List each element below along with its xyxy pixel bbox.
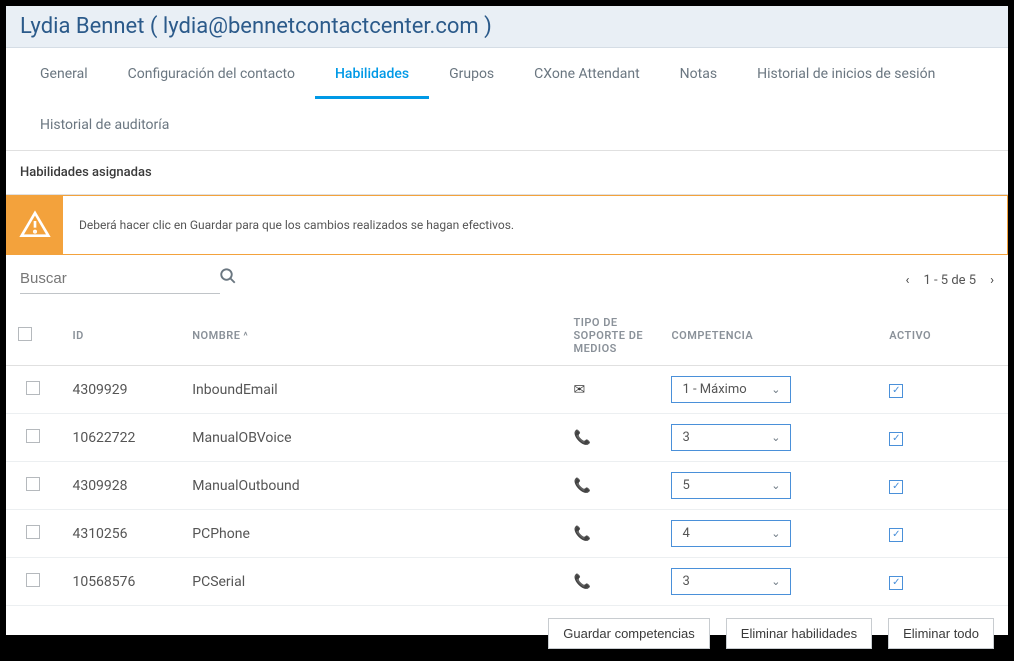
active-checkbox[interactable] [889, 480, 903, 494]
col-header-media[interactable]: Tipo de soporte de medios [561, 306, 659, 366]
cell-proficiency: 5 ⌄ [659, 462, 877, 510]
tab-notes[interactable]: Notas [660, 48, 737, 99]
tab-groups[interactable]: Grupos [429, 48, 514, 99]
cell-id: 4309928 [60, 462, 180, 510]
proficiency-value: 1 - Máximo [682, 382, 746, 397]
cell-name: InboundEmail [180, 366, 561, 414]
page-header: Lydia Bennet ( lydia@bennetcontactcenter… [6, 6, 1008, 48]
warning-icon [7, 196, 63, 254]
chevron-down-icon: ⌄ [771, 479, 780, 492]
cell-proficiency: 4 ⌄ [659, 510, 877, 558]
section-title: Habilidades asignadas [6, 151, 1008, 195]
col-header-proficiency[interactable]: Competencia [659, 306, 877, 366]
tab-contact-config[interactable]: Configuración del contacto [108, 48, 315, 99]
tab-audit-history[interactable]: Historial de auditoría [20, 99, 189, 150]
proficiency-dropdown[interactable]: 4 ⌄ [671, 520, 791, 547]
active-checkbox[interactable] [889, 528, 903, 542]
cell-name: PCSerial [180, 558, 561, 606]
remove-all-button[interactable]: Eliminar todo [888, 618, 994, 649]
cell-media: 📞 [561, 414, 659, 462]
phone-icon: 📞 [573, 430, 590, 446]
table-row: 4309928 ManualOutbound 📞 5 ⌄ [6, 462, 1008, 510]
search-input[interactable] [20, 270, 219, 287]
chevron-down-icon: ⌄ [771, 431, 780, 444]
footer-buttons: Guardar competencias Eliminar habilidade… [6, 606, 1008, 661]
email-icon: ✉ [573, 382, 585, 398]
select-all-checkbox[interactable] [18, 327, 32, 341]
chevron-down-icon: ⌄ [771, 527, 780, 540]
cell-media: ✉ [561, 366, 659, 414]
page-next[interactable]: › [990, 273, 994, 288]
cell-proficiency: 3 ⌄ [659, 558, 877, 606]
search-box [20, 267, 220, 294]
proficiency-dropdown[interactable]: 5 ⌄ [671, 472, 791, 499]
cell-name: ManualOutbound [180, 462, 561, 510]
proficiency-value: 4 [682, 526, 689, 541]
tab-login-history[interactable]: Historial de inicios de sesión [737, 48, 955, 99]
cell-proficiency: 1 - Máximo ⌄ [659, 366, 877, 414]
col-header-checkbox [6, 306, 60, 366]
cell-name: ManualOBVoice [180, 414, 561, 462]
table-row: 4310256 PCPhone 📞 4 ⌄ [6, 510, 1008, 558]
row-checkbox[interactable] [26, 525, 40, 539]
tab-skills[interactable]: Habilidades [315, 48, 429, 99]
col-header-name[interactable]: Nombre [180, 306, 561, 366]
phone-icon: 📞 [573, 526, 590, 542]
table-row: 10622722 ManualOBVoice 📞 3 ⌄ [6, 414, 1008, 462]
tab-general[interactable]: General [20, 48, 108, 99]
skills-table: ID Nombre Tipo de soporte de medios Comp… [6, 306, 1008, 606]
cell-active [877, 510, 1008, 558]
row-checkbox[interactable] [26, 573, 40, 587]
cell-active [877, 414, 1008, 462]
row-checkbox[interactable] [26, 429, 40, 443]
save-button[interactable]: Guardar competencias [548, 618, 710, 649]
proficiency-dropdown[interactable]: 3 ⌄ [671, 568, 791, 595]
remove-button[interactable]: Eliminar habilidades [726, 618, 872, 649]
tab-cxone-attendant[interactable]: CXone Attendant [514, 48, 660, 99]
cell-active [877, 462, 1008, 510]
cell-active [877, 366, 1008, 414]
col-header-id[interactable]: ID [60, 306, 180, 366]
alert-text: Deberá hacer clic en Guardar para que lo… [63, 196, 1007, 254]
cell-proficiency: 3 ⌄ [659, 414, 877, 462]
active-checkbox[interactable] [889, 432, 903, 446]
phone-icon: 📞 [573, 478, 590, 494]
cell-media: 📞 [561, 510, 659, 558]
row-checkbox[interactable] [26, 381, 40, 395]
row-checkbox[interactable] [26, 477, 40, 491]
alert-banner: Deberá hacer clic en Guardar para que lo… [6, 195, 1008, 255]
phone-icon: 📞 [573, 574, 590, 590]
table-row: 4309929 InboundEmail ✉ 1 - Máximo ⌄ [6, 366, 1008, 414]
cell-name: PCPhone [180, 510, 561, 558]
proficiency-dropdown[interactable]: 1 - Máximo ⌄ [671, 376, 791, 403]
chevron-down-icon: ⌄ [771, 575, 780, 588]
page-prev[interactable]: ‹ [906, 273, 910, 288]
proficiency-value: 3 [682, 574, 689, 589]
active-checkbox[interactable] [889, 576, 903, 590]
pagination: ‹ 1 - 5 de 5 › [906, 273, 994, 288]
pagination-text: 1 - 5 de 5 [923, 273, 976, 288]
proficiency-dropdown[interactable]: 3 ⌄ [671, 424, 791, 451]
proficiency-value: 5 [682, 478, 689, 493]
cell-media: 📞 [561, 462, 659, 510]
table-row: 10568576 PCSerial 📞 3 ⌄ [6, 558, 1008, 606]
chevron-down-icon: ⌄ [771, 383, 780, 396]
proficiency-value: 3 [682, 430, 689, 445]
active-checkbox[interactable] [889, 384, 903, 398]
page-title: Lydia Bennet ( lydia@bennetcontactcenter… [20, 14, 994, 39]
cell-media: 📞 [561, 558, 659, 606]
cell-id: 4310256 [60, 510, 180, 558]
cell-active [877, 558, 1008, 606]
col-header-active[interactable]: Activo [877, 306, 1008, 366]
cell-id: 4309929 [60, 366, 180, 414]
cell-id: 10568576 [60, 558, 180, 606]
cell-id: 10622722 [60, 414, 180, 462]
search-icon[interactable] [219, 267, 237, 289]
tab-bar: General Configuración del contacto Habil… [6, 48, 1008, 151]
